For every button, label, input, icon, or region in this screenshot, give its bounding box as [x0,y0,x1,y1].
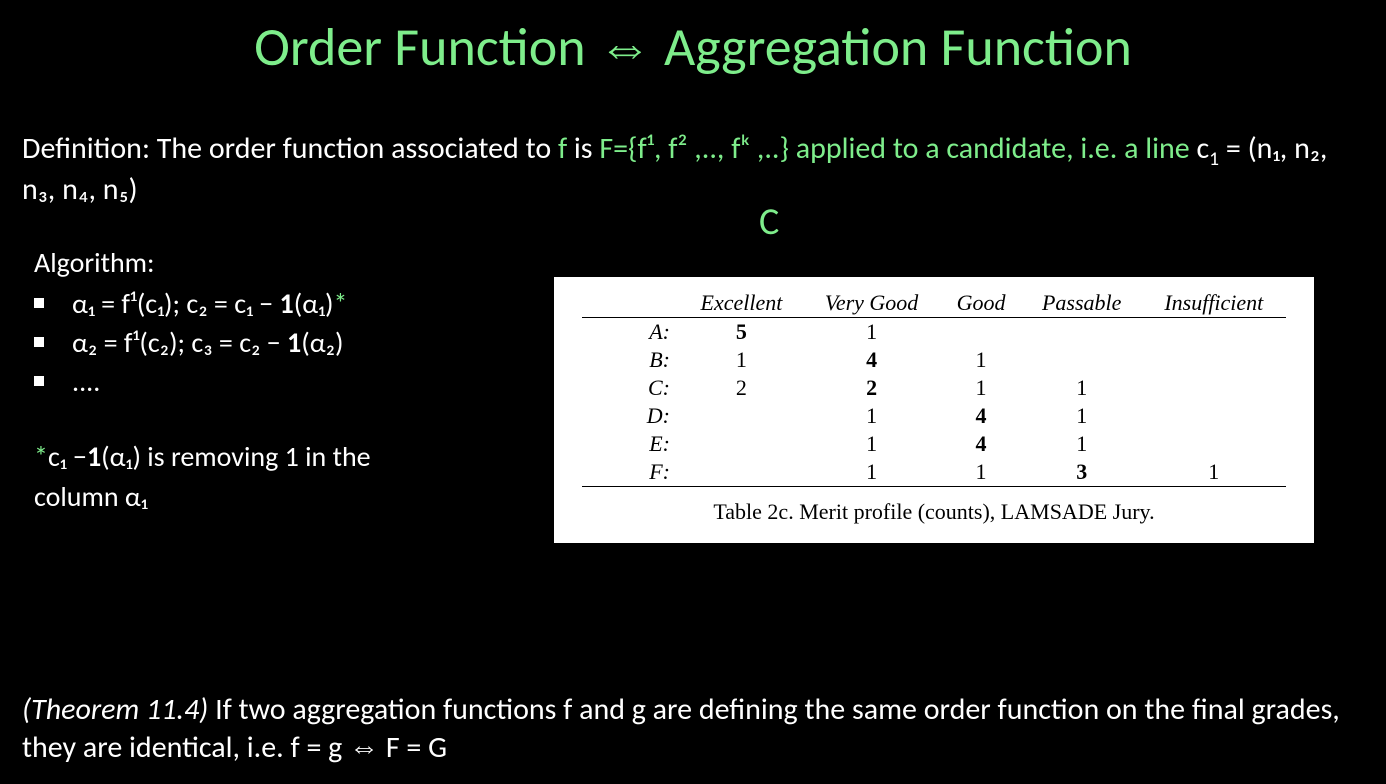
definition-line: Definition: The order function associate… [22,130,1364,209]
col-verygood: Very Good [803,289,940,318]
algorithm-header: Algorithm: [34,245,554,280]
table-row: B: 1 4 1 [582,346,1286,374]
table-caption: Table 2c. Merit profile (counts), LAMSAD… [582,499,1286,525]
table-header-row: Excellent Very Good Good Passable Insuff… [582,289,1286,318]
theorem-line: (Theorem 11.4) If two aggregation functi… [22,691,1364,766]
table-row: D: 1 4 1 [582,402,1286,430]
algo-step-3: .... [34,362,554,401]
title-part1: Order Function [254,14,598,80]
title-symbol: ⇔ [598,14,652,80]
right-column: C Excellent Very Good Good Passable Insu… [554,217,1386,516]
col-excellent: Excellent [680,289,803,318]
bullet-icon [34,298,44,308]
def-pre: Definition: The order function associate… [22,130,558,167]
def-mid2: applied to a candidate, i.e. a [789,130,1145,167]
left-column: Algorithm: α₁ = f¹(c₁); c₂ = c₁ − 1(α₁)*… [0,217,554,516]
table-row: E: 1 4 1 [582,430,1286,458]
theorem-body: If two aggregation functions f and g are… [22,691,1340,766]
def-F-expr: F={f¹, f² ,.., fᵏ ,..} [599,130,789,167]
title-part2: Aggregation Function [652,14,1132,80]
algo-step-1: α₁ = f¹(c₁); c₂ = c₁ − 1(α₁)* [34,284,554,323]
merit-table: Excellent Very Good Good Passable Insuff… [582,289,1286,487]
def-f: f [558,130,567,167]
theorem-lead: (Theorem 11.4) [22,691,208,728]
algo-step-2: α₂ = f¹(c₂); c₃ = c₂ − 1(α₂) [34,323,554,362]
content-columns: Algorithm: α₁ = f¹(c₁); c₂ = c₁ − 1(α₁)*… [0,217,1386,516]
table-row: F: 1 1 3 1 [582,458,1286,487]
table-figure: Excellent Very Good Good Passable Insuff… [554,277,1314,543]
slide: Order Function ⇔ Aggregation Function De… [0,0,1386,784]
table-row: A: 5 1 [582,317,1286,346]
def-mid1: is [567,130,599,167]
col-good: Good [940,289,1021,318]
bullet-icon [34,337,44,347]
algorithm-note: *c₁ −1(α₁) is removing 1 in the column α… [34,437,554,515]
def-line-word: line [1145,130,1189,167]
col-insufficient: Insufficient [1142,289,1286,318]
slide-title: Order Function ⇔ Aggregation Function [0,0,1386,80]
table-row: C: 2 2 1 1 [582,374,1286,402]
bullet-icon [34,376,44,386]
c-label: C [759,199,779,245]
algorithm-list: α₁ = f¹(c₁); c₂ = c₁ − 1(α₁)* α₂ = f¹(c₂… [34,284,554,402]
col-passable: Passable [1022,289,1142,318]
